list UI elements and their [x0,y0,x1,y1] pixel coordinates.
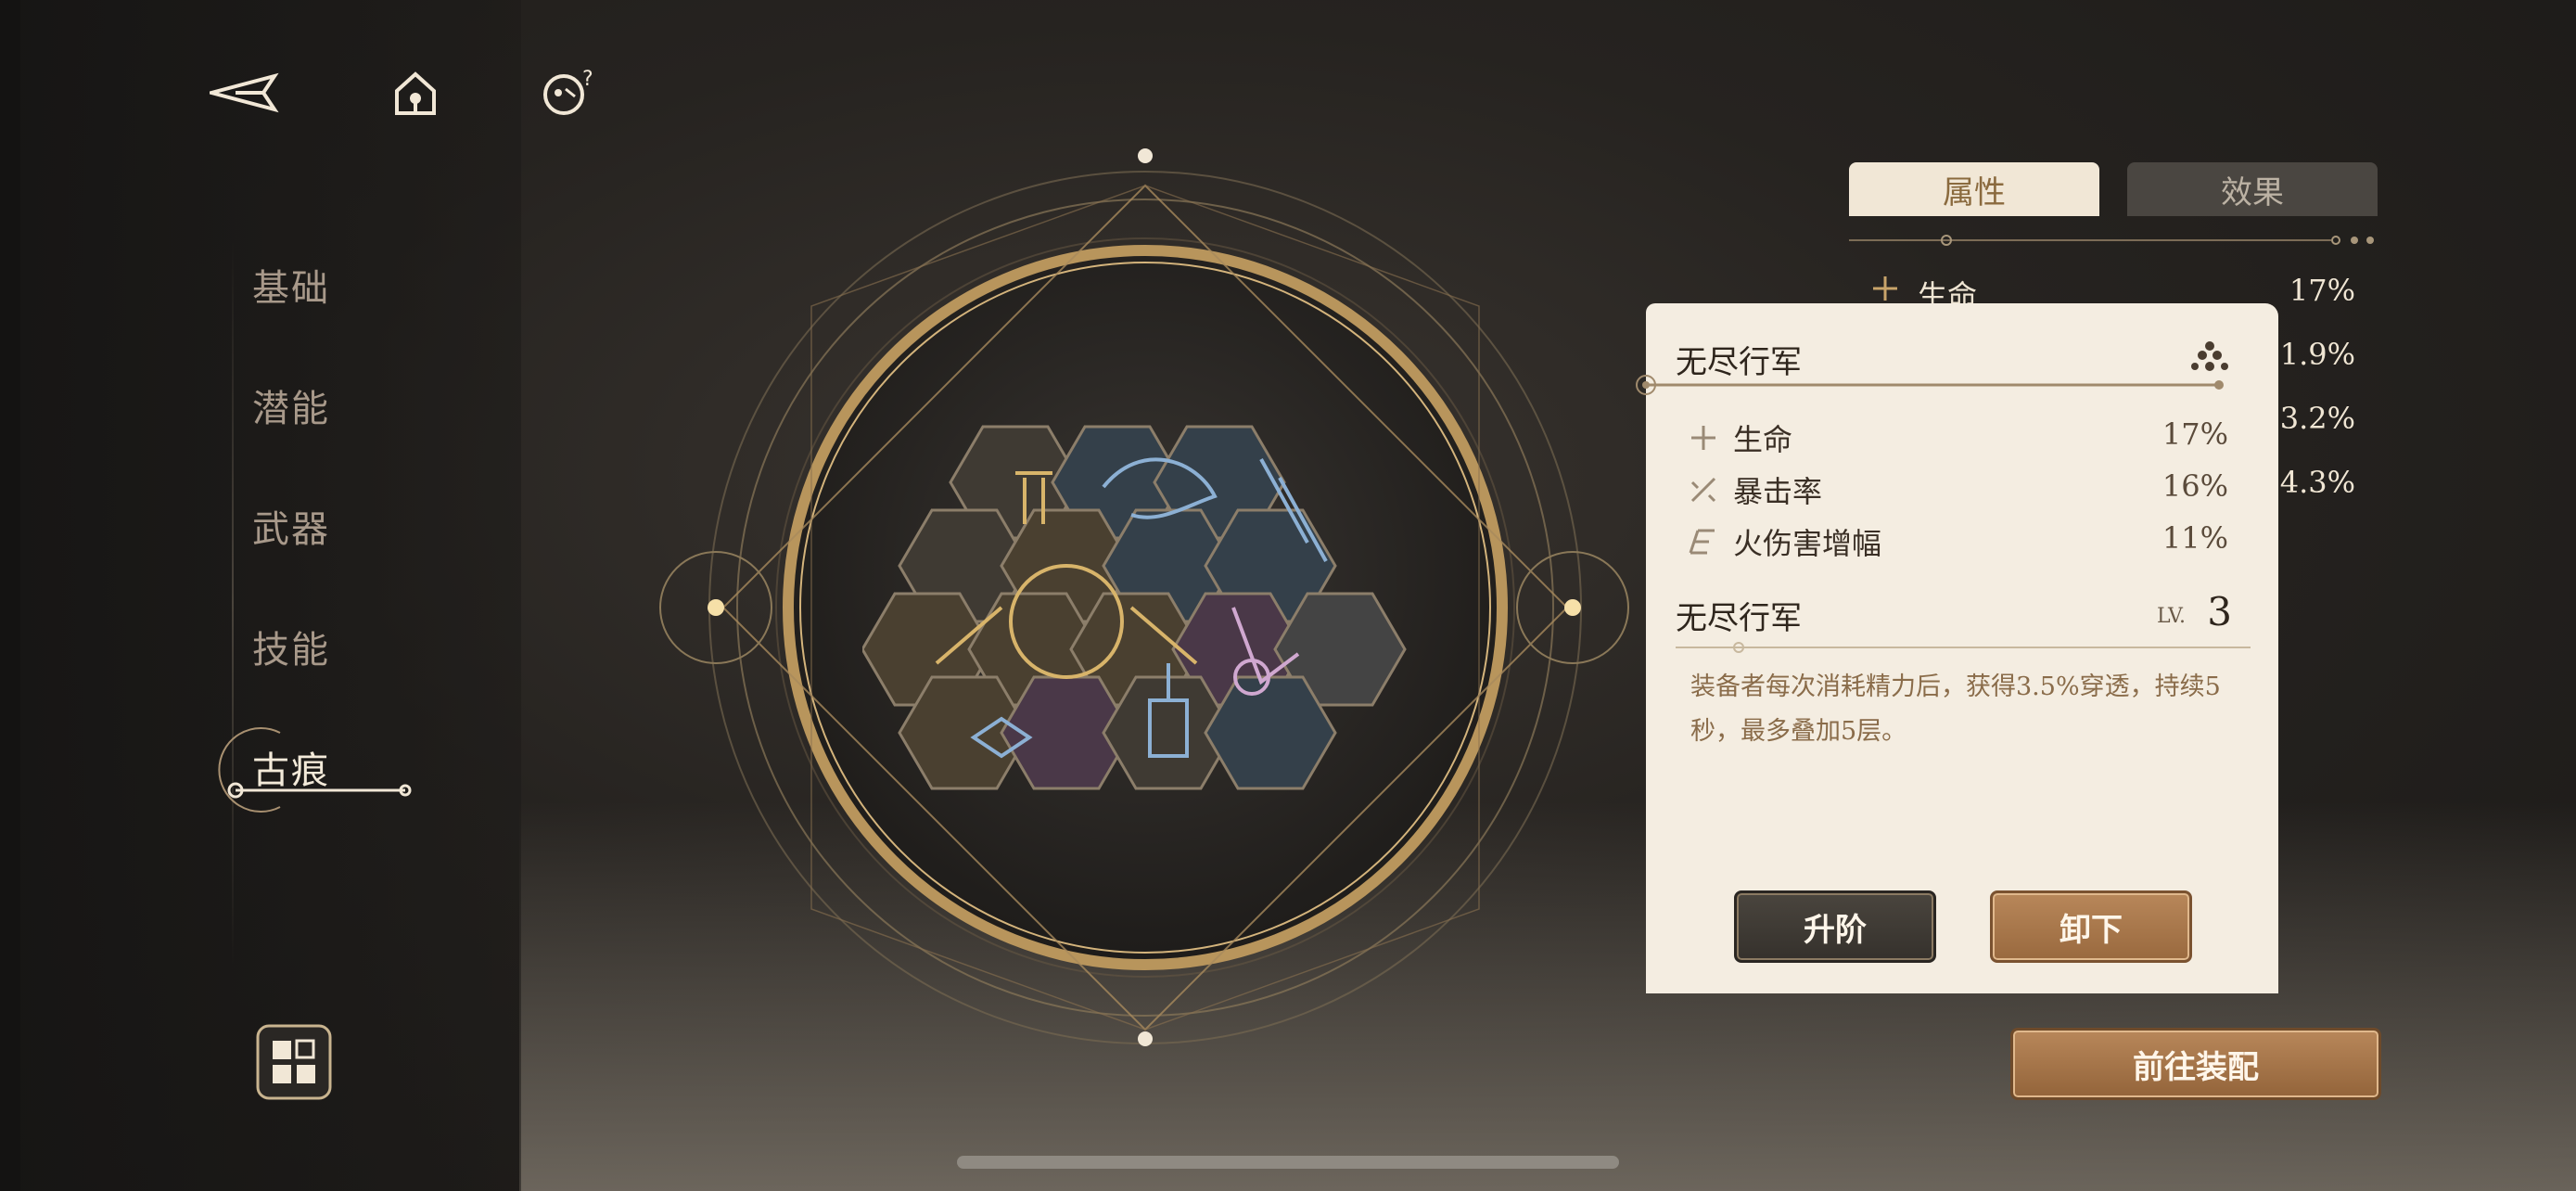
back-icon[interactable] [204,65,279,121]
svg-text:?: ? [582,68,593,91]
mark-hex-cluster [862,425,1407,790]
stat-value: 11% [2162,520,2228,556]
help-icon[interactable]: ? [538,65,603,121]
stat-label: 生命 [1733,422,1793,457]
stat-value: 16% [2162,468,2228,504]
upgrade-button[interactable]: 升阶 [1734,890,1936,963]
tab-attributes[interactable]: 属性 [1849,162,2099,216]
stat-value: 17% [2162,416,2228,452]
tab-divider [1849,235,2374,246]
home-indicator[interactable] [957,1156,1619,1169]
plus-icon [1689,423,1718,453]
go-to-equip-button[interactable]: 前往装配 [2010,1028,2381,1100]
level-number: 3 [2207,589,2232,634]
nav-item-skill[interactable]: 技能 [252,620,330,673]
screen-bezel [0,0,20,1191]
set-name: 无尽行军 [1676,600,1802,637]
home-icon[interactable] [388,65,453,121]
set-divider [1676,642,2251,653]
plus-icon [1871,275,1899,302]
nav-item-basic[interactable]: 基础 [252,258,330,312]
unequip-button[interactable]: 卸下 [1990,890,2192,963]
nav-item-ancient-mark[interactable]: 古痕 [252,740,330,794]
stat-label: 暴击率 [1733,474,1823,509]
fire-damage-icon [1689,527,1718,557]
tab-effects[interactable]: 效果 [2127,162,2378,216]
stat-label: 火伤害增幅 [1733,526,1882,561]
grid-menu-button[interactable] [252,1020,336,1104]
nav-item-potential[interactable]: 潜能 [252,378,330,432]
crit-sword-icon [1689,475,1718,505]
set-effect-description: 装备者每次消耗精力后，获得3.5%穿透，持续5秒，最多叠加5层。 [1690,672,2221,746]
level-prefix: LV. [2156,605,2186,628]
nav-item-weapon[interactable]: 武器 [252,499,330,553]
set-cluster-icon [2191,341,2228,371]
card-title-divider [1636,375,2224,395]
nav-divider [232,241,234,965]
left-panel [20,0,521,1191]
